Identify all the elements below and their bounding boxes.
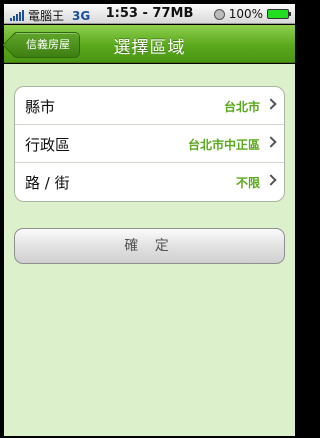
status-bar: 電腦王 3G 1:53 - 77MB 100% — [4, 4, 295, 24]
row-city-label: 縣市 — [25, 98, 56, 116]
row-street-label: 路 / 街 — [25, 174, 70, 192]
row-district-label: 行政區 — [25, 136, 71, 154]
row-street-value: 不限 — [235, 176, 260, 190]
confirm-button[interactable]: 確 定 — [14, 228, 285, 264]
row-district[interactable]: 行政區 台北市中正區 — [15, 125, 284, 163]
device-frame: 電腦王 3G 1:53 - 77MB 100% 信義房屋 選擇區域 縣市 台北市… — [0, 0, 295, 438]
clock-icon — [213, 8, 225, 20]
main-content: 縣市 台北市 行政區 台北市中正區 路 / 街 不限 確 定 — [4, 64, 295, 436]
battery-percent: 100% — [228, 7, 263, 21]
navigation-bar: 信義房屋 選擇區域 — [4, 25, 295, 63]
row-street[interactable]: 路 / 街 不限 — [15, 163, 284, 201]
row-city[interactable]: 縣市 台北市 — [15, 87, 284, 125]
chevron-right-icon — [265, 174, 277, 186]
row-city-value: 台北市 — [223, 100, 260, 114]
chevron-right-icon — [265, 98, 277, 110]
row-district-value: 台北市中正區 — [187, 138, 260, 152]
chevron-right-icon — [265, 136, 277, 148]
region-options-group: 縣市 台北市 行政區 台北市中正區 路 / 街 不限 — [14, 86, 285, 202]
battery-icon — [267, 9, 291, 19]
status-right: 100% — [213, 7, 291, 21]
back-button-label: 信義房屋 — [26, 38, 70, 51]
